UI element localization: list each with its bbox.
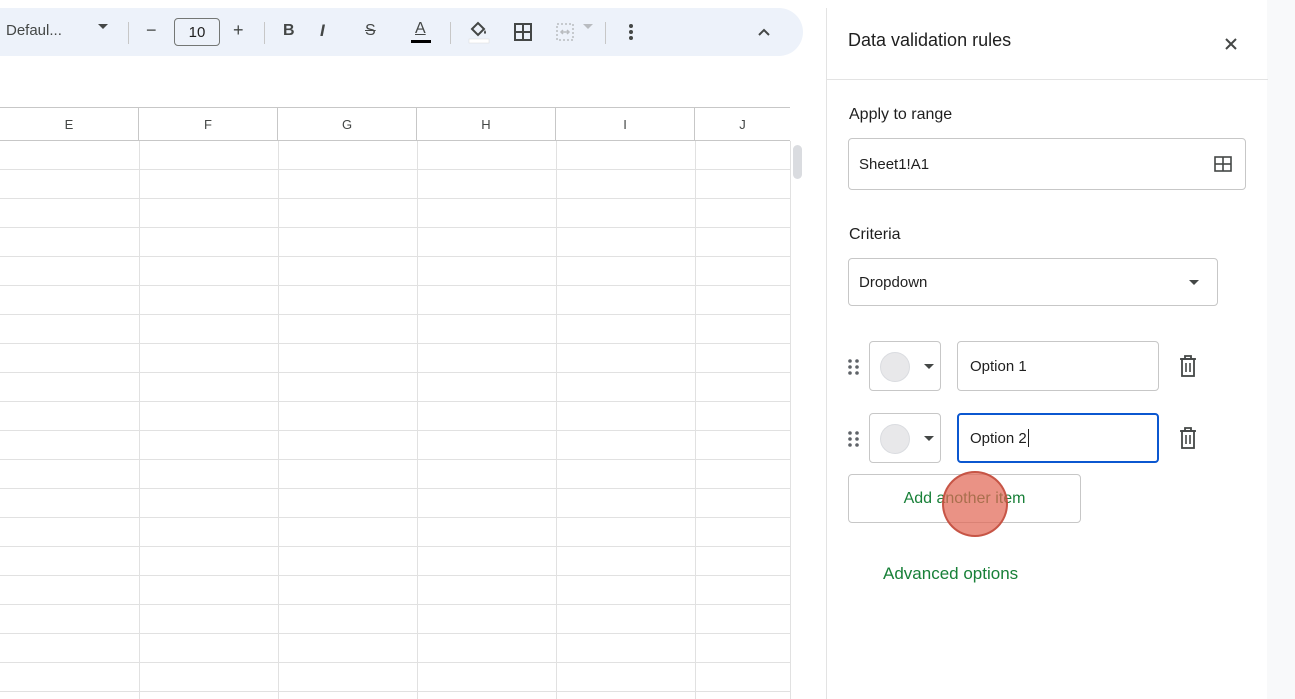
- strikethrough-button[interactable]: S: [365, 22, 376, 40]
- add-another-item-button[interactable]: Add another item: [848, 474, 1081, 523]
- column-header-f[interactable]: F: [139, 108, 278, 141]
- range-value: Sheet1!A1: [859, 155, 930, 173]
- option-color-picker[interactable]: [869, 413, 941, 463]
- color-swatch: [880, 424, 910, 454]
- bold-button[interactable]: B: [283, 22, 295, 40]
- column-divider: [695, 141, 696, 699]
- delete-option-2-icon[interactable]: [1177, 426, 1199, 450]
- merge-cells-icon[interactable]: [553, 20, 577, 44]
- scrollbar-thumb[interactable]: [793, 145, 802, 179]
- select-range-icon: [1214, 156, 1232, 172]
- panel-title: Data validation rules: [848, 30, 1012, 50]
- column-divider: [139, 141, 140, 699]
- text-color-button[interactable]: A: [409, 20, 433, 44]
- merge-cells-caret-icon[interactable]: [583, 24, 593, 29]
- criteria-label: Criteria: [849, 226, 901, 243]
- column-header-i[interactable]: I: [556, 108, 695, 141]
- dropdown-option-row: Option 2: [847, 413, 1207, 463]
- text-cursor: [1027, 429, 1029, 447]
- font-family-select[interactable]: Defaul...: [6, 22, 62, 39]
- column-header-row: E F G H I J: [0, 107, 790, 141]
- drag-handle-icon[interactable]: [847, 430, 861, 448]
- chevron-down-icon: [924, 364, 934, 369]
- advanced-options-link[interactable]: Advanced options: [883, 564, 1018, 584]
- column-header-j[interactable]: J: [695, 108, 790, 141]
- option-color-picker[interactable]: [869, 341, 941, 391]
- column-divider: [556, 141, 557, 699]
- font-size-input[interactable]: 10: [174, 18, 220, 46]
- increase-font-size-button[interactable]: +: [233, 20, 244, 41]
- fill-color-icon[interactable]: [467, 20, 491, 44]
- delete-option-1-icon[interactable]: [1177, 354, 1199, 378]
- chevron-down-icon: [1189, 280, 1199, 285]
- option-1-value: Option 1: [970, 357, 1027, 375]
- chevron-down-icon: [924, 436, 934, 441]
- toolbar-divider: [605, 22, 606, 44]
- close-panel-button[interactable]: [1217, 30, 1245, 58]
- range-input[interactable]: Sheet1!A1: [848, 138, 1246, 190]
- panel-header: Data validation rules: [827, 8, 1268, 80]
- color-swatch: [880, 352, 910, 382]
- font-family-caret-icon[interactable]: [98, 24, 108, 29]
- formula-bar-area: [0, 60, 806, 107]
- cell-area[interactable]: [0, 141, 790, 699]
- column-divider: [278, 141, 279, 699]
- toolbar-divider: [450, 22, 451, 44]
- column-header-e[interactable]: E: [0, 108, 139, 141]
- spreadsheet-grid: E F G H I J: [0, 60, 810, 699]
- formatting-toolbar: Defaul... − 10 + B I S A: [0, 8, 803, 56]
- text-color-bar: [411, 40, 431, 43]
- column-header-g[interactable]: G: [278, 108, 417, 141]
- toolbar-divider: [264, 22, 265, 44]
- column-header-h[interactable]: H: [417, 108, 556, 141]
- panel-gutter: [1267, 0, 1295, 699]
- criteria-value: Dropdown: [859, 273, 928, 291]
- apply-to-range-label: Apply to range: [849, 106, 953, 123]
- collapse-toolbar-icon[interactable]: [752, 20, 776, 44]
- option-2-input[interactable]: Option 2: [957, 413, 1159, 463]
- data-validation-panel: Data validation rules Apply to range She…: [826, 8, 1268, 699]
- toolbar-divider: [128, 22, 129, 44]
- criteria-dropdown[interactable]: Dropdown: [848, 258, 1218, 306]
- option-1-input[interactable]: Option 1: [957, 341, 1159, 391]
- vertical-scrollbar[interactable]: [790, 141, 804, 699]
- dropdown-option-row: Option 1: [847, 341, 1207, 391]
- close-icon: [1225, 38, 1237, 50]
- italic-button[interactable]: I: [320, 21, 325, 41]
- borders-icon[interactable]: [511, 20, 535, 44]
- column-divider: [417, 141, 418, 699]
- option-2-value: Option 2: [970, 429, 1027, 447]
- decrease-font-size-button[interactable]: −: [146, 20, 157, 41]
- text-color-letter: A: [415, 20, 426, 37]
- more-vert-icon[interactable]: [619, 20, 643, 44]
- drag-handle-icon[interactable]: [847, 358, 861, 376]
